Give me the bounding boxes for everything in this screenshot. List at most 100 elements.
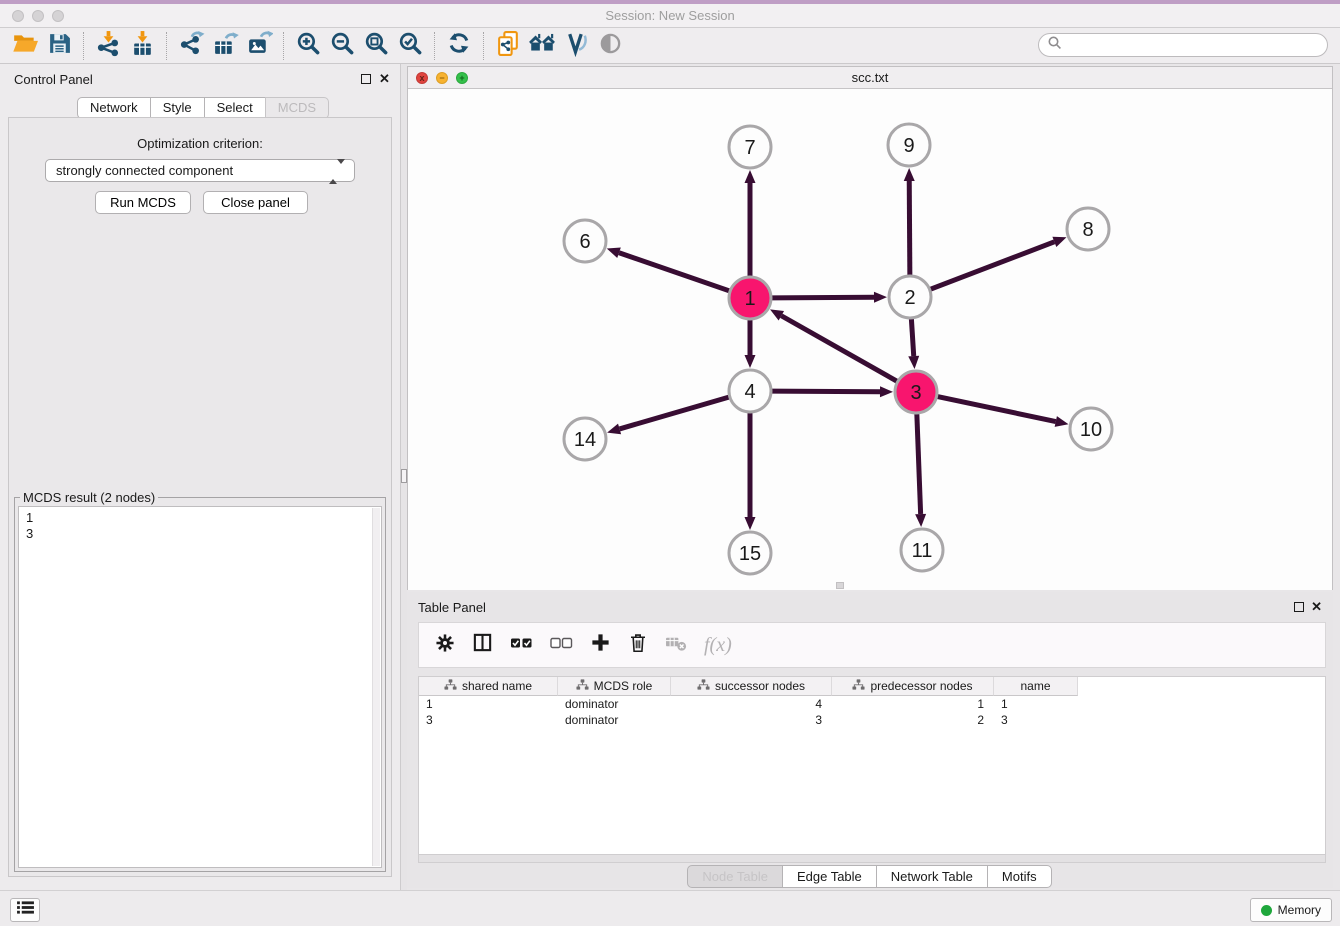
edge-3-1[interactable] (781, 316, 897, 381)
tab-edge-table[interactable]: Edge Table (782, 865, 877, 888)
toolbar-separator (83, 32, 84, 60)
column-label: successor nodes (715, 679, 805, 693)
open-folder-icon (12, 30, 38, 61)
canvas-scroll-handle[interactable] (836, 582, 844, 589)
column-header-successor-nodes[interactable]: successor nodes (671, 677, 832, 696)
delete-row-button[interactable] (628, 632, 648, 658)
import-table-button[interactable] (125, 31, 159, 61)
node-table: shared name MCDS role successor nodes prede… (418, 676, 1326, 855)
edge-2-8[interactable] (931, 242, 1055, 289)
open-session-button[interactable] (8, 31, 42, 61)
control-panel-header: Control Panel ✕ (0, 70, 400, 90)
table-cell[interactable]: 1 (832, 696, 994, 712)
tab-node-table[interactable]: Node Table (687, 865, 783, 888)
table-cell[interactable]: 4 (671, 696, 832, 712)
table-cell[interactable]: 3 (671, 712, 832, 728)
float-window-icon[interactable] (361, 74, 371, 84)
edge-4-3[interactable] (772, 391, 880, 392)
edge-3-10[interactable] (938, 397, 1056, 422)
memory-label: Memory (1278, 903, 1321, 917)
table-cell[interactable]: 3 (419, 712, 558, 728)
table-cell[interactable]: dominator (558, 712, 671, 728)
run-mcds-button[interactable]: Run MCDS (95, 191, 191, 214)
status-bar: Memory (0, 890, 1340, 926)
edge-3-11[interactable] (917, 414, 921, 514)
tab-style[interactable]: Style (150, 97, 205, 119)
clone-network-button[interactable] (491, 31, 525, 61)
export-image-button[interactable] (242, 31, 276, 61)
table-settings-button[interactable] (435, 633, 455, 658)
toolbar-separator (283, 32, 284, 60)
toolbar-separator (434, 32, 435, 60)
edge-2-3[interactable] (911, 319, 913, 356)
table-columns-button[interactable] (472, 632, 493, 658)
zoom-out-button[interactable] (325, 31, 359, 61)
column-label: shared name (462, 679, 532, 693)
table-cell[interactable]: dominator (558, 696, 671, 712)
zoom-selected-button[interactable] (393, 31, 427, 61)
home-button[interactable] (525, 31, 559, 61)
vizmapper-button[interactable] (559, 31, 593, 61)
network-canvas[interactable]: 7968124314101511 (408, 89, 1332, 590)
close-panel-icon[interactable]: ✕ (379, 71, 390, 87)
tab-motifs[interactable]: Motifs (987, 865, 1052, 888)
mcds-result-group: MCDS result (2 nodes) 1 3 (14, 490, 386, 872)
column-header-name[interactable]: name (994, 677, 1078, 696)
control-panel-title: Control Panel (14, 72, 93, 87)
table-scroll-strip (418, 855, 1326, 863)
edge-2-9[interactable] (909, 181, 910, 275)
export-table-button[interactable] (208, 31, 242, 61)
export-network-button[interactable] (174, 31, 208, 61)
memory-button[interactable]: Memory (1250, 898, 1332, 922)
edge-arrowhead (880, 386, 893, 397)
network-graph[interactable]: 7968124314101511 (408, 89, 1332, 590)
edge-arrowhead (745, 355, 756, 368)
table-row[interactable]: 3dominator323 (419, 712, 1325, 728)
table-cell[interactable]: 1 (994, 696, 1078, 712)
edge-4-14[interactable] (620, 397, 729, 429)
delete-table-button[interactable] (665, 633, 687, 657)
criterion-dropdown[interactable]: strongly connected component (45, 159, 355, 182)
panel-splitter[interactable] (400, 64, 407, 890)
table-toolbar: f(x) (418, 622, 1326, 668)
task-history-button[interactable] (10, 898, 40, 922)
eye-icon (598, 31, 623, 61)
table-cell[interactable]: 1 (419, 696, 558, 712)
edge-arrowhead (607, 248, 621, 258)
function-builder-button[interactable]: f(x) (704, 634, 732, 657)
tab-network-table[interactable]: Network Table (876, 865, 988, 888)
refresh-network-button[interactable] (442, 31, 476, 61)
close-panel-button[interactable]: Close panel (203, 191, 308, 214)
hide-panel-button[interactable] (593, 31, 627, 61)
zoom-fit-button[interactable] (359, 31, 393, 61)
column-header-MCDS-role[interactable]: MCDS role (558, 677, 671, 696)
deselect-all-button[interactable] (550, 635, 573, 656)
float-window-icon[interactable] (1294, 602, 1304, 612)
control-panel: Control Panel ✕ NetworkStyleSelectMCDS O… (0, 64, 400, 890)
node-label-9: 9 (903, 135, 914, 157)
zoom-in-icon (295, 30, 322, 62)
node-label-2: 2 (904, 287, 915, 309)
close-panel-icon[interactable]: ✕ (1311, 599, 1322, 615)
save-session-button[interactable] (42, 31, 76, 61)
select-all-button[interactable] (510, 635, 533, 656)
edge-1-2[interactable] (772, 297, 874, 298)
table-cell[interactable]: 3 (994, 712, 1078, 728)
edge-arrowhead (1052, 237, 1066, 247)
table-row[interactable]: 1dominator411 (419, 696, 1325, 712)
table-cell[interactable]: 2 (832, 712, 994, 728)
edge-1-6[interactable] (619, 253, 729, 291)
hierarchy-icon (576, 679, 589, 694)
tab-mcds[interactable]: MCDS (265, 97, 329, 119)
clone-network-icon (495, 30, 522, 62)
tab-network[interactable]: Network (77, 97, 151, 119)
search-input[interactable] (1038, 33, 1328, 57)
result-scrollbar[interactable] (372, 508, 380, 866)
tab-select[interactable]: Select (204, 97, 266, 119)
save-floppy-icon (47, 31, 72, 61)
column-header-shared-name[interactable]: shared name (419, 677, 558, 696)
add-row-button[interactable] (590, 632, 611, 658)
import-network-button[interactable] (91, 31, 125, 61)
column-header-predecessor-nodes[interactable]: predecessor nodes (832, 677, 994, 696)
zoom-in-button[interactable] (291, 31, 325, 61)
